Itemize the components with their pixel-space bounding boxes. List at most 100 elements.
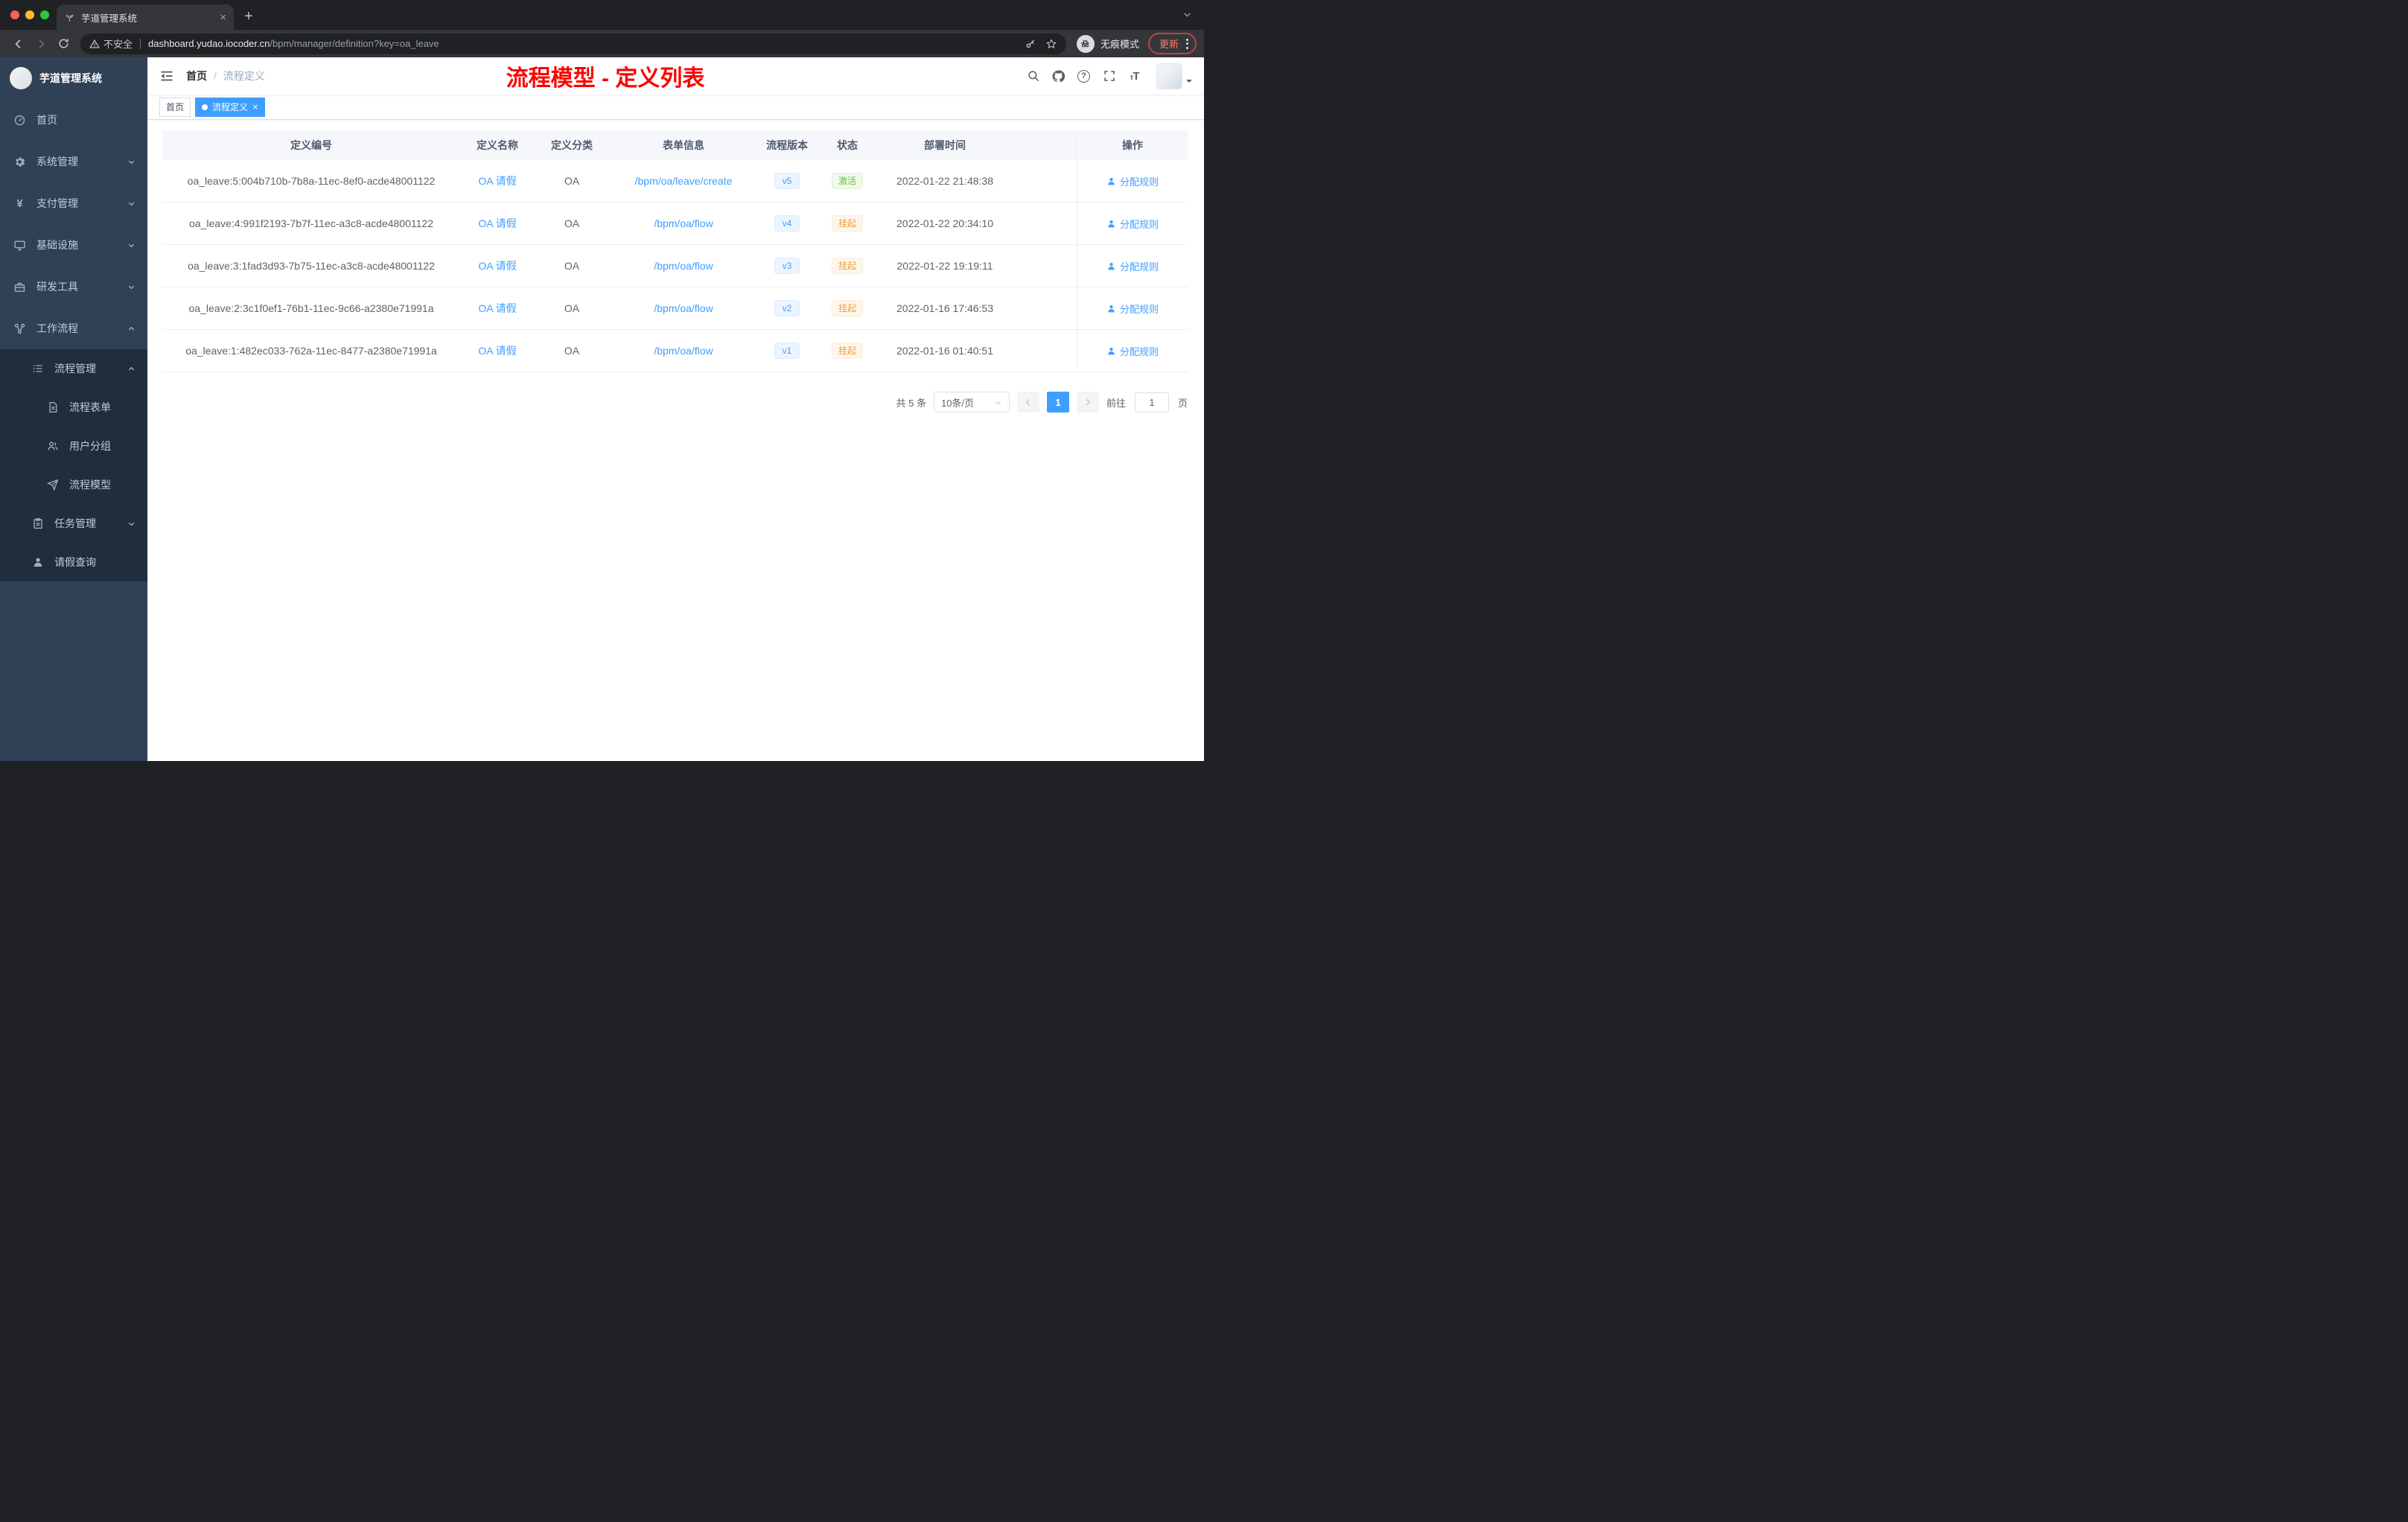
breadcrumb-home[interactable]: 首页 [186,69,207,83]
sidebar-item-workflow[interactable]: 工作流程 [0,308,147,349]
password-key-icon[interactable] [1025,38,1036,50]
app-window: 芋道管理系统 首页 系统管理 ¥ 支付管理 基础设施 研发工具 工作流程 流程管… [0,57,1204,761]
breadcrumb-separator: / [214,70,217,82]
definition-table: 定义编号 定义名称 定义分类 表单信息 流程版本 状态 部署时间 操作 oa_l… [162,130,1188,372]
back-button[interactable] [7,34,30,54]
new-tab-button[interactable]: + [244,8,253,25]
col-definition-id: 定义编号 [290,139,332,151]
assign-rule-button[interactable]: 分配规则 [1106,259,1159,273]
deploy-time: 2022-01-16 17:46:53 [896,302,993,314]
tag-home[interactable]: 首页 [159,97,191,117]
sidebar-item-process-model[interactable]: 流程模型 [0,465,147,504]
chevron-up-icon [127,325,136,333]
url-text[interactable]: dashboard.yudao.iocoder.cn/bpm/manager/d… [148,38,439,49]
fullscreen-icon[interactable] [1100,67,1118,86]
sidebar-item-user-group[interactable]: 用户分组 [0,427,147,465]
sidebar-item-process-form[interactable]: 流程表单 [0,388,147,427]
gear-icon [13,156,26,168]
workflow-icon [13,322,26,335]
form-link[interactable]: /bpm/oa/flow [654,302,713,314]
pagination-total: 共 5 条 [896,397,926,409]
next-page-button[interactable] [1076,392,1099,413]
definition-name-link[interactable]: OA 请假 [478,216,516,231]
sidebar-item-system[interactable]: 系统管理 [0,141,147,182]
user-icon [31,556,44,569]
definition-name-link[interactable]: OA 请假 [478,258,516,273]
status-badge: 挂起 [831,342,863,360]
assign-rule-button[interactable]: 分配规则 [1106,302,1159,316]
update-chip[interactable]: 更新 [1147,33,1197,54]
user-icon [1108,177,1115,185]
assign-rule-button[interactable]: 分配规则 [1106,174,1159,188]
list-icon [31,363,44,375]
tag-process-definition[interactable]: 流程定义 × [195,97,265,117]
security-label[interactable]: 不安全 [103,36,133,51]
fullscreen-window-button[interactable] [40,10,49,19]
github-icon[interactable] [1049,67,1068,86]
status-badge: 挂起 [831,299,863,317]
col-deploy-time: 部署时间 [924,139,966,151]
prev-page-button[interactable] [1016,392,1039,413]
user-icon [1108,262,1115,270]
close-window-button[interactable] [10,10,19,19]
sidebar-logo[interactable]: 芋道管理系统 [0,57,147,99]
status-badge: 激活 [831,172,863,190]
sidebar-item-infrastructure[interactable]: 基础设施 [0,224,147,266]
omnibox-divider [140,38,141,49]
definition-id: oa_leave:1:482ec033-762a-11ec-8477-a2380… [185,345,437,357]
page-content: 定义编号 定义名称 定义分类 表单信息 流程版本 状态 部署时间 操作 oa_l… [147,120,1204,761]
assign-rule-button[interactable]: 分配规则 [1106,217,1159,231]
page-number-button[interactable]: 1 [1046,392,1069,413]
definition-category: OA [564,260,580,272]
sidebar-item-leave-query[interactable]: 请假查询 [0,543,147,582]
col-operation: 操作 [1077,130,1188,160]
form-link[interactable]: /bpm/oa/leave/create [635,175,733,187]
tab-title: 芋道管理系统 [81,13,138,24]
sidebar-item-dev-tools[interactable]: 研发工具 [0,266,147,308]
select-caret-icon [994,398,1002,407]
table-row: oa_leave:3:1fad3d93-7b75-11ec-a3c8-acde4… [162,245,1188,287]
forward-button[interactable] [30,34,52,54]
browser-tab[interactable]: 芋道管理系统 × [57,4,234,30]
update-label[interactable]: 更新 [1159,36,1179,51]
form-link[interactable]: /bpm/oa/flow [654,217,713,229]
reload-button[interactable] [52,34,74,54]
tag-close-icon[interactable]: × [252,102,258,112]
form-link[interactable]: /bpm/oa/flow [654,345,713,357]
bookmark-star-icon[interactable] [1045,38,1057,50]
sidebar-item-payment[interactable]: ¥ 支付管理 [0,182,147,224]
breadcrumb: 首页 / 流程定义 [186,69,265,83]
sidebar-item-process-management[interactable]: 流程管理 [0,349,147,388]
definition-name-link[interactable]: OA 请假 [478,301,516,316]
help-icon[interactable]: ? [1074,67,1093,86]
pagination: 共 5 条 10条/页 1 前往 1 页 [162,392,1188,413]
status-badge: 挂起 [831,214,863,232]
page-size-select[interactable]: 10条/页 [933,392,1010,413]
app-title: 芋道管理系统 [39,72,102,84]
browser-toolbar: 不安全 dashboard.yudao.iocoder.cn/bpm/manag… [0,30,1204,57]
sidebar-item-home[interactable]: 首页 [0,99,147,141]
sidebar-collapse-icon[interactable] [159,69,174,83]
address-bar[interactable]: 不安全 dashboard.yudao.iocoder.cn/bpm/manag… [80,33,1066,54]
goto-page-input[interactable] [1134,392,1169,413]
version-badge: v2 [774,299,800,317]
search-icon[interactable] [1024,67,1042,86]
font-size-icon[interactable]: тT [1125,67,1144,86]
assign-rule-button[interactable]: 分配规则 [1106,344,1159,358]
definition-name-link[interactable]: OA 请假 [478,173,516,188]
chevron-down-icon [127,283,136,291]
user-menu[interactable] [1156,63,1192,89]
sidebar-item-task-management[interactable]: 任务管理 [0,504,147,543]
user-icon [1108,347,1115,354]
definition-name-link[interactable]: OA 请假 [478,343,516,358]
navbar-actions: ? тT [1024,63,1192,89]
avatar[interactable] [1156,63,1182,89]
minimize-window-button[interactable] [25,10,34,19]
definition-id: oa_leave:2:3c1f0ef1-76b1-11ec-9c66-a2380… [188,302,434,314]
browser-menu-icon[interactable] [1185,37,1190,51]
form-link[interactable]: /bpm/oa/flow [654,260,713,272]
incognito-icon [1076,34,1095,53]
tab-close-icon[interactable]: × [220,12,226,23]
deploy-time: 2022-01-16 01:40:51 [896,345,993,357]
tab-search-chevron-icon[interactable] [1182,10,1192,19]
